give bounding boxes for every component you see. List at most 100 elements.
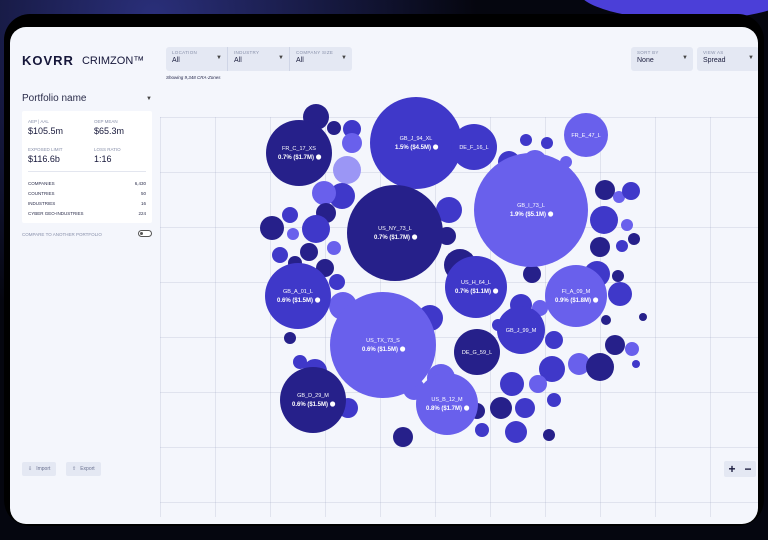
- cra-zone-bubble[interactable]: [601, 315, 611, 325]
- cra-zone-bubble[interactable]: [605, 335, 625, 355]
- cra-zone-bubble[interactable]: [520, 134, 532, 146]
- cra-zone-bubble[interactable]: [515, 398, 535, 418]
- cra-zone-circle[interactable]: [330, 292, 436, 398]
- cra-zone-bubble[interactable]: [282, 207, 298, 223]
- cra-zone-bubble-labeled[interactable]: GB_J_99_M: [497, 306, 545, 354]
- cra-zone-circle[interactable]: [545, 265, 607, 327]
- cra-zone-bubble[interactable]: [523, 265, 541, 283]
- cra-zone-bubble-labeled[interactable]: FI_A_09_M 0.9% ($1.8M): [545, 265, 607, 327]
- cra-zone-bubble-labeled[interactable]: GB_D_29_M 0.6% ($1.5M): [280, 367, 346, 433]
- cra-zone-bubble[interactable]: [639, 313, 647, 321]
- cra-zone-circle[interactable]: [347, 185, 443, 281]
- cra-zone-code: US_H_64_L: [461, 280, 491, 286]
- cra-zone-bubble[interactable]: [543, 429, 555, 441]
- info-icon[interactable]: [493, 288, 499, 294]
- cra-zone-bubble[interactable]: [475, 423, 489, 437]
- bubble-chart: GB_J_94_XL 1.5% ($4.5M) FR_C_17_XS 0.7% ($1…: [260, 97, 647, 447]
- cra-zone-bubble[interactable]: [541, 137, 553, 149]
- cra-zone-bubble[interactable]: [608, 282, 632, 306]
- cra-zone-bubble[interactable]: [327, 241, 341, 255]
- cra-zone-code: DE_G_59_L: [462, 350, 492, 356]
- cra-zone-code: US_TX_73_S: [366, 338, 400, 344]
- cra-zone-loss-value: 0.8% ($1.7M): [426, 406, 462, 412]
- cra-zone-bubble-labeled[interactable]: DE_F_16_L: [451, 124, 497, 170]
- cra-zone-bubble[interactable]: [622, 182, 640, 200]
- cra-zone-bubble-labeled[interactable]: GB_A_01_L 0.6% ($1.5M): [265, 263, 331, 329]
- cra-zone-loss-value: 0.6% ($1.5M): [362, 347, 398, 353]
- cra-zone-bubble[interactable]: [628, 233, 640, 245]
- cra-zone-circle[interactable]: [280, 367, 346, 433]
- cra-zone-bubble-labeled[interactable]: FR_E_47_L: [564, 113, 608, 157]
- cra-zone-bubble[interactable]: [393, 427, 413, 447]
- cra-zone-bubble-labeled[interactable]: US_TX_73_S 0.6% ($1.5M): [330, 292, 436, 398]
- info-icon[interactable]: [412, 234, 418, 240]
- cra-zone-bubble[interactable]: [621, 219, 633, 231]
- cra-zone-loss-value: 1.9% ($5.1M): [510, 212, 546, 218]
- cra-zone-bubble[interactable]: [302, 215, 330, 243]
- cra-zone-code: GB_I_73_L: [517, 203, 545, 209]
- cra-zone-code: GB_J_94_XL: [400, 136, 433, 142]
- cra-zone-circle[interactable]: [445, 256, 507, 318]
- cra-zone-loss-value: 0.7% ($1.7M): [278, 155, 314, 161]
- cra-zone-bubble[interactable]: [490, 397, 512, 419]
- cra-zone-bubble[interactable]: [505, 421, 527, 443]
- info-icon[interactable]: [433, 144, 439, 150]
- cra-zone-code: FI_A_09_M: [562, 289, 591, 295]
- info-icon[interactable]: [548, 211, 554, 217]
- cra-zone-bubble[interactable]: [545, 331, 563, 349]
- cra-zone-code: GB_A_01_L: [283, 289, 313, 295]
- info-icon[interactable]: [315, 297, 321, 303]
- cra-zone-bubble[interactable]: [612, 270, 624, 282]
- cra-zone-code: GB_J_99_M: [506, 328, 537, 334]
- cra-zone-circle[interactable]: [266, 120, 332, 186]
- cra-zone-bubble[interactable]: [547, 393, 561, 407]
- info-icon[interactable]: [593, 297, 599, 303]
- cra-zone-bubble[interactable]: [300, 243, 318, 261]
- cra-zone-bubble[interactable]: [284, 332, 296, 344]
- cra-zone-circle[interactable]: [370, 97, 462, 189]
- cra-zone-bubble[interactable]: [329, 274, 345, 290]
- cra-zone-bubble-labeled[interactable]: US_B_12_M 0.8% ($1.7M): [416, 373, 478, 435]
- cra-zone-code: FR_C_17_XS: [282, 146, 316, 152]
- cra-zone-code: FR_E_47_L: [571, 133, 600, 139]
- cra-zone-bubble[interactable]: [590, 237, 610, 257]
- cra-zone-bubble-labeled[interactable]: GB_J_94_XL 1.5% ($4.5M): [370, 97, 462, 189]
- cra-zone-code: US_B_12_M: [431, 397, 463, 403]
- cra-zone-loss-value: 0.7% ($1.1M): [455, 289, 491, 295]
- info-icon[interactable]: [330, 401, 336, 407]
- cra-zone-loss-value: 1.5% ($4.5M): [395, 145, 431, 151]
- cra-zone-bubble[interactable]: [500, 372, 524, 396]
- cra-zone-bubble[interactable]: [616, 240, 628, 252]
- cra-zone-loss-value: 0.7% ($1.7M): [374, 235, 410, 241]
- cra-zone-loss-value: 0.9% ($1.8M): [555, 298, 591, 304]
- cra-zone-bubble[interactable]: [632, 360, 640, 368]
- cra-zone-code: DE_F_16_L: [459, 145, 488, 151]
- cra-zone-bubble[interactable]: [342, 133, 362, 153]
- cra-zone-bubble[interactable]: [625, 342, 639, 356]
- cra-zone-code: GB_D_29_M: [297, 393, 329, 399]
- cra-zone-bubble-labeled[interactable]: GB_I_73_L 1.9% ($5.1M): [474, 153, 588, 267]
- cra-zone-circle[interactable]: [416, 373, 478, 435]
- info-icon[interactable]: [400, 346, 406, 352]
- cra-zone-loss-value: 0.6% ($1.5M): [277, 298, 313, 304]
- cra-zone-bubble-labeled[interactable]: FR_C_17_XS 0.7% ($1.7M): [266, 120, 332, 186]
- cra-zone-circle[interactable]: [265, 263, 331, 329]
- cra-zone-bubble[interactable]: [529, 375, 547, 393]
- cra-zone-bubble[interactable]: [260, 216, 284, 240]
- cra-zone-bubble[interactable]: [590, 206, 618, 234]
- cra-zone-bubble[interactable]: [312, 181, 336, 205]
- info-icon[interactable]: [316, 154, 322, 160]
- cra-zone-bubble[interactable]: [586, 353, 614, 381]
- cra-zone-bubble[interactable]: [293, 355, 307, 369]
- cra-zone-bubble-labeled[interactable]: US_H_64_L 0.7% ($1.1M): [445, 256, 507, 318]
- cra-zone-bubble[interactable]: [333, 156, 361, 184]
- app-screen: KOVRR CRIMZON™ LOCATION All ▼ INDUSTRY A…: [10, 27, 758, 524]
- cra-zone-bubble[interactable]: [327, 121, 341, 135]
- info-icon[interactable]: [464, 405, 470, 411]
- cra-zone-bubble[interactable]: [287, 228, 299, 240]
- cra-zone-bubble[interactable]: [272, 247, 288, 263]
- cra-zone-circle[interactable]: [474, 153, 588, 267]
- cra-zone-bubble[interactable]: [595, 180, 615, 200]
- cra-zone-bubble-labeled[interactable]: DE_G_59_L: [454, 329, 500, 375]
- cra-zone-bubble-labeled[interactable]: US_NY_73_L 0.7% ($1.7M): [347, 185, 443, 281]
